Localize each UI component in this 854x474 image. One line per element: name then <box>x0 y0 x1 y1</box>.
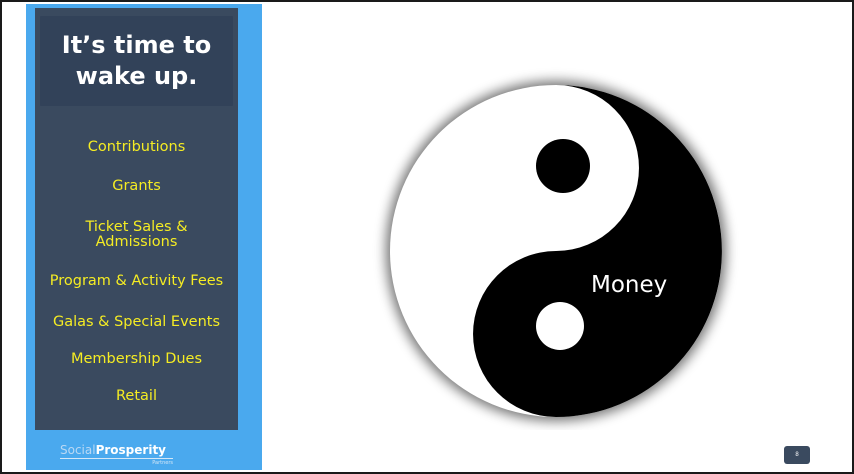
money-label: Money <box>591 272 668 298</box>
page-number-badge: 8 <box>784 446 810 464</box>
revenue-item-retail: Retail <box>116 388 157 404</box>
revenue-item-ticket-sales: Ticket Sales & <box>85 219 188 235</box>
revenue-item-galas: Galas & Special Events <box>52 314 221 330</box>
brand-social: Social <box>60 443 96 457</box>
revenue-item-grants: Grants <box>112 178 161 194</box>
revenue-item-program-fees: Program & Activity Fees <box>49 273 224 289</box>
slide-title: It’s time to wake up. <box>61 31 212 90</box>
title-box: It’s time to wake up. <box>40 16 233 106</box>
brand-prosperity: Prosperity <box>95 443 166 457</box>
revenue-item-contributions: Contributions <box>87 139 186 155</box>
yin-yang-black-dot <box>536 139 590 193</box>
revenue-item-membership: Membership Dues <box>70 351 203 367</box>
yin-yang-graphic <box>386 81 726 421</box>
yin-yang-white-dot <box>536 302 584 350</box>
brand-logo: SocialProsperity Partners <box>60 443 173 467</box>
revenue-item-admissions: Admissions <box>95 234 178 250</box>
brand-sub: Partners <box>60 458 173 466</box>
